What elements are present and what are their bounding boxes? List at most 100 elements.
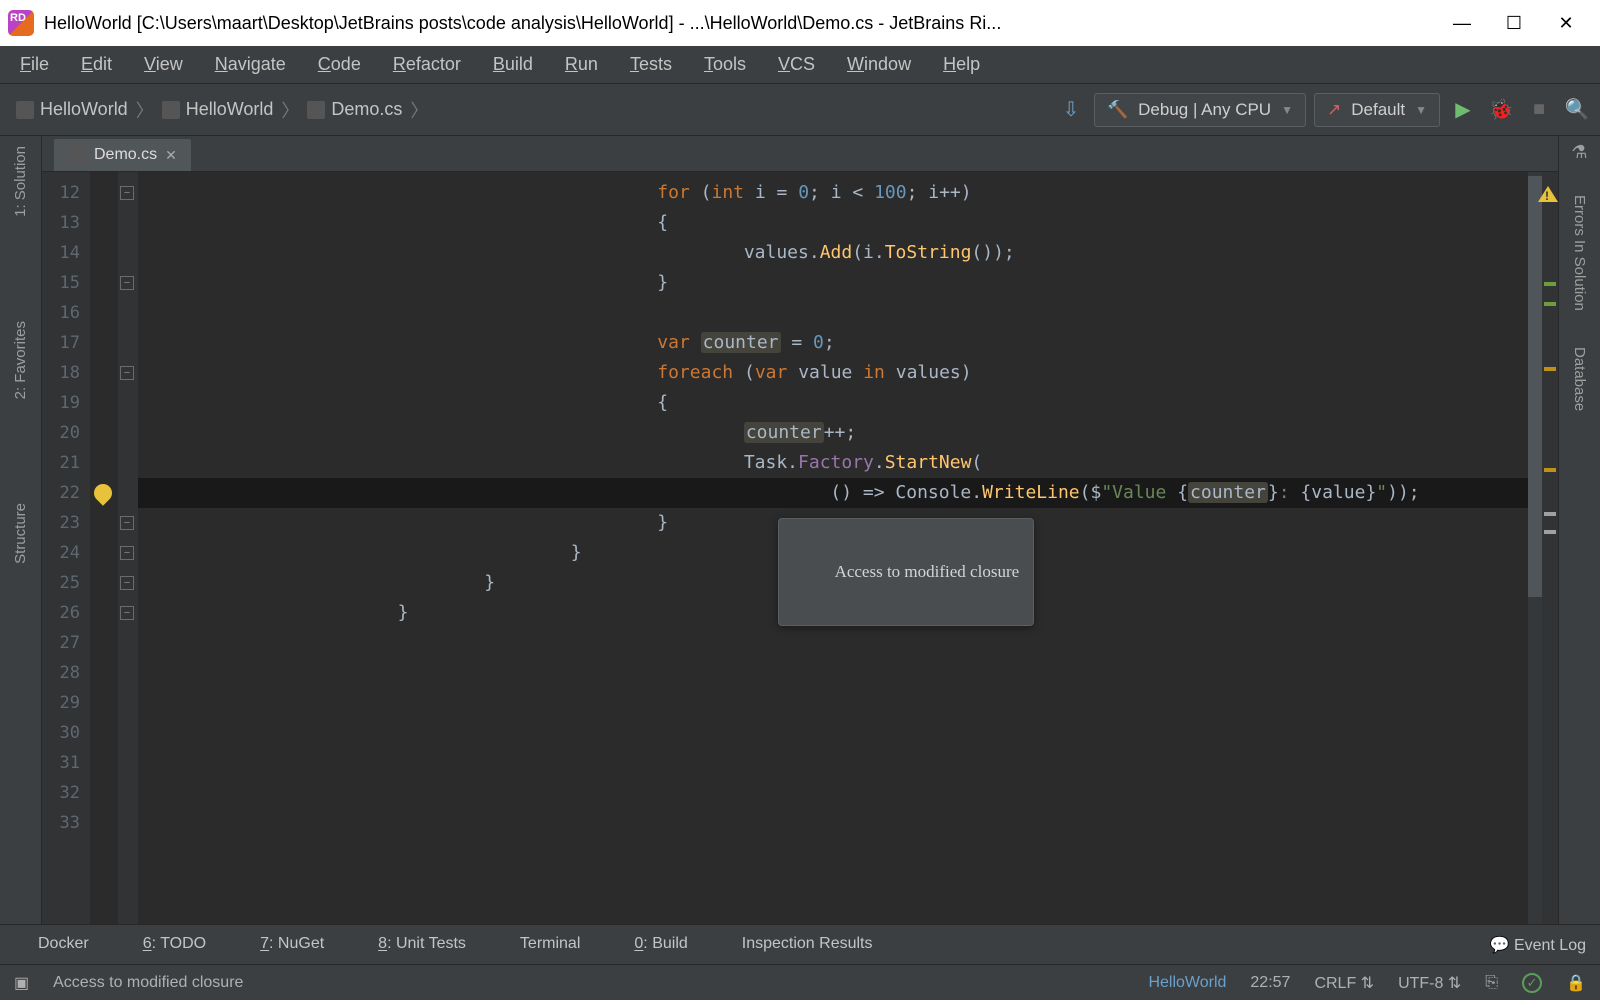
- code-line[interactable]: foreach (var value in values): [138, 358, 972, 388]
- editor-tab-demo[interactable]: Demo.cs ✕: [54, 139, 191, 171]
- line-number: 13: [42, 208, 80, 238]
- status-time: 22:57: [1250, 974, 1290, 992]
- bottom-tool-bar: Docker 6: TODO 7: NuGet 8: Unit Tests Termin…: [0, 924, 1600, 964]
- vertical-scrollbar[interactable]: [1528, 172, 1542, 924]
- crumb-2[interactable]: Demo.cs: [331, 99, 402, 120]
- stop-button[interactable]: ■: [1524, 95, 1554, 125]
- lightbulb-icon[interactable]: [90, 480, 115, 505]
- code-line[interactable]: }: [138, 268, 668, 298]
- bottom-tool-terminal[interactable]: Terminal: [496, 935, 580, 953]
- code-line[interactable]: for (int i = 0; i < 100; i++): [138, 178, 972, 208]
- code-line[interactable]: var counter = 0;: [138, 328, 835, 358]
- menu-build[interactable]: Build: [479, 50, 547, 79]
- code-line[interactable]: }: [138, 508, 668, 538]
- line-number: 19: [42, 388, 80, 418]
- close-button[interactable]: ✕: [1540, 3, 1592, 43]
- lock-icon[interactable]: 🔒: [1566, 973, 1586, 993]
- search-everywhere-button[interactable]: 🔍: [1562, 95, 1592, 125]
- breadcrumb[interactable]: HelloWorld 〉 HelloWorld 〉 Demo.cs 〉: [8, 93, 438, 127]
- menu-run[interactable]: Run: [551, 50, 612, 79]
- line-number: 12: [42, 178, 80, 208]
- stripe-mark[interactable]: [1544, 282, 1556, 286]
- tool-icon: [496, 935, 514, 953]
- stripe-mark[interactable]: [1544, 512, 1556, 516]
- line-number: 33: [42, 808, 80, 838]
- event-log-button[interactable]: 💬 Event Log: [1490, 935, 1586, 955]
- rail----solution[interactable]: 1: Solution: [12, 142, 29, 221]
- menu-help[interactable]: Help: [929, 50, 994, 79]
- close-tab-icon[interactable]: ✕: [165, 147, 177, 164]
- line-number: 24: [42, 538, 80, 568]
- inspection-ok-icon[interactable]: ✓: [1522, 973, 1542, 993]
- menu-edit[interactable]: Edit: [67, 50, 126, 79]
- fold-toggle[interactable]: −: [120, 186, 134, 200]
- code-line[interactable]: values.Add(i.ToString());: [138, 238, 1015, 268]
- fold-toggle[interactable]: −: [120, 516, 134, 530]
- run-config-label: Default: [1351, 100, 1405, 120]
- warning-icon: [1538, 176, 1558, 202]
- rail-errors-in-solution[interactable]: Errors In Solution: [1571, 191, 1588, 315]
- rail----favorites[interactable]: 2: Favorites: [12, 317, 29, 403]
- menu-view[interactable]: View: [130, 50, 197, 79]
- tooltip-text: Access to modified closure: [835, 562, 1020, 581]
- rail-structure[interactable]: Structure: [12, 499, 29, 568]
- stripe-mark[interactable]: [1544, 468, 1556, 472]
- tab-label: Demo.cs: [94, 146, 157, 164]
- run-config-dropdown[interactable]: ↗ Default ▼: [1314, 93, 1440, 127]
- crumb-1[interactable]: HelloWorld: [186, 99, 274, 120]
- fold-toggle[interactable]: −: [120, 276, 134, 290]
- bottom-tool-6--todo[interactable]: 6: TODO: [119, 935, 206, 953]
- bottom-tool-inspection-results[interactable]: Inspection Results: [718, 935, 873, 953]
- code-line[interactable]: counter++;: [138, 418, 856, 448]
- menu-tests[interactable]: Tests: [616, 50, 686, 79]
- right-tool-rail: ⚗ Errors In Solution Database: [1558, 136, 1600, 924]
- debug-button[interactable]: 🐞: [1486, 95, 1516, 125]
- menu-code[interactable]: Code: [304, 50, 375, 79]
- menu-vcs[interactable]: VCS: [764, 50, 829, 79]
- menu-file[interactable]: File: [6, 50, 63, 79]
- code-line[interactable]: () => Console.WriteLine($"Value {counter…: [138, 478, 1420, 508]
- code-line[interactable]: {: [138, 388, 668, 418]
- fold-toggle[interactable]: −: [120, 606, 134, 620]
- fold-toggle[interactable]: −: [120, 366, 134, 380]
- error-stripe[interactable]: [1542, 172, 1558, 924]
- line-number: 29: [42, 688, 80, 718]
- code-line[interactable]: {: [138, 208, 668, 238]
- bottom-tool-docker[interactable]: Docker: [14, 935, 89, 953]
- bottom-tool-8--unit-tests[interactable]: 8: Unit Tests: [354, 935, 466, 953]
- status-encoding[interactable]: UTF-8 ⇅: [1398, 973, 1461, 993]
- line-number: 18: [42, 358, 80, 388]
- code-line[interactable]: }: [138, 568, 495, 598]
- stripe-mark[interactable]: [1544, 367, 1556, 371]
- stripe-mark[interactable]: [1544, 302, 1556, 306]
- line-number: 15: [42, 268, 80, 298]
- scrollbar-thumb[interactable]: [1528, 176, 1542, 597]
- fold-toggle[interactable]: −: [120, 546, 134, 560]
- tool-toggle-icon[interactable]: ▣: [14, 973, 29, 993]
- code-area[interactable]: 1213141516171819202122232425262728293031…: [42, 172, 1558, 924]
- fold-toggle[interactable]: −: [120, 576, 134, 590]
- stripe-mark[interactable]: [1544, 530, 1556, 534]
- bottom-tool-7--nuget[interactable]: 7: NuGet: [236, 935, 324, 953]
- rail-database[interactable]: Database: [1571, 343, 1588, 415]
- code-text[interactable]: Access to modified closure for (int i = …: [138, 172, 1528, 924]
- code-line[interactable]: Task.Factory.StartNew(: [138, 448, 982, 478]
- goto-line-icon[interactable]: ⎘: [1485, 974, 1498, 992]
- flask-icon[interactable]: ⚗: [1571, 142, 1587, 163]
- menu-window[interactable]: Window: [833, 50, 925, 79]
- maximize-button[interactable]: ☐: [1488, 3, 1540, 43]
- code-line[interactable]: }: [138, 598, 408, 628]
- bottom-tool-0--build[interactable]: 0: Build: [610, 935, 687, 953]
- line-number: 20: [42, 418, 80, 448]
- status-message: Access to modified closure: [53, 974, 243, 992]
- configuration-dropdown[interactable]: 🔨 Debug | Any CPU ▼: [1094, 93, 1306, 127]
- menu-refactor[interactable]: Refactor: [379, 50, 475, 79]
- run-button[interactable]: ▶: [1448, 95, 1478, 125]
- crumb-0[interactable]: HelloWorld: [40, 99, 128, 120]
- menu-tools[interactable]: Tools: [690, 50, 760, 79]
- code-line[interactable]: }: [138, 538, 582, 568]
- build-icon[interactable]: ⇩: [1056, 95, 1086, 125]
- status-line-sep[interactable]: CRLF ⇅: [1314, 973, 1374, 993]
- menu-navigate[interactable]: Navigate: [201, 50, 300, 79]
- minimize-button[interactable]: —: [1436, 3, 1488, 43]
